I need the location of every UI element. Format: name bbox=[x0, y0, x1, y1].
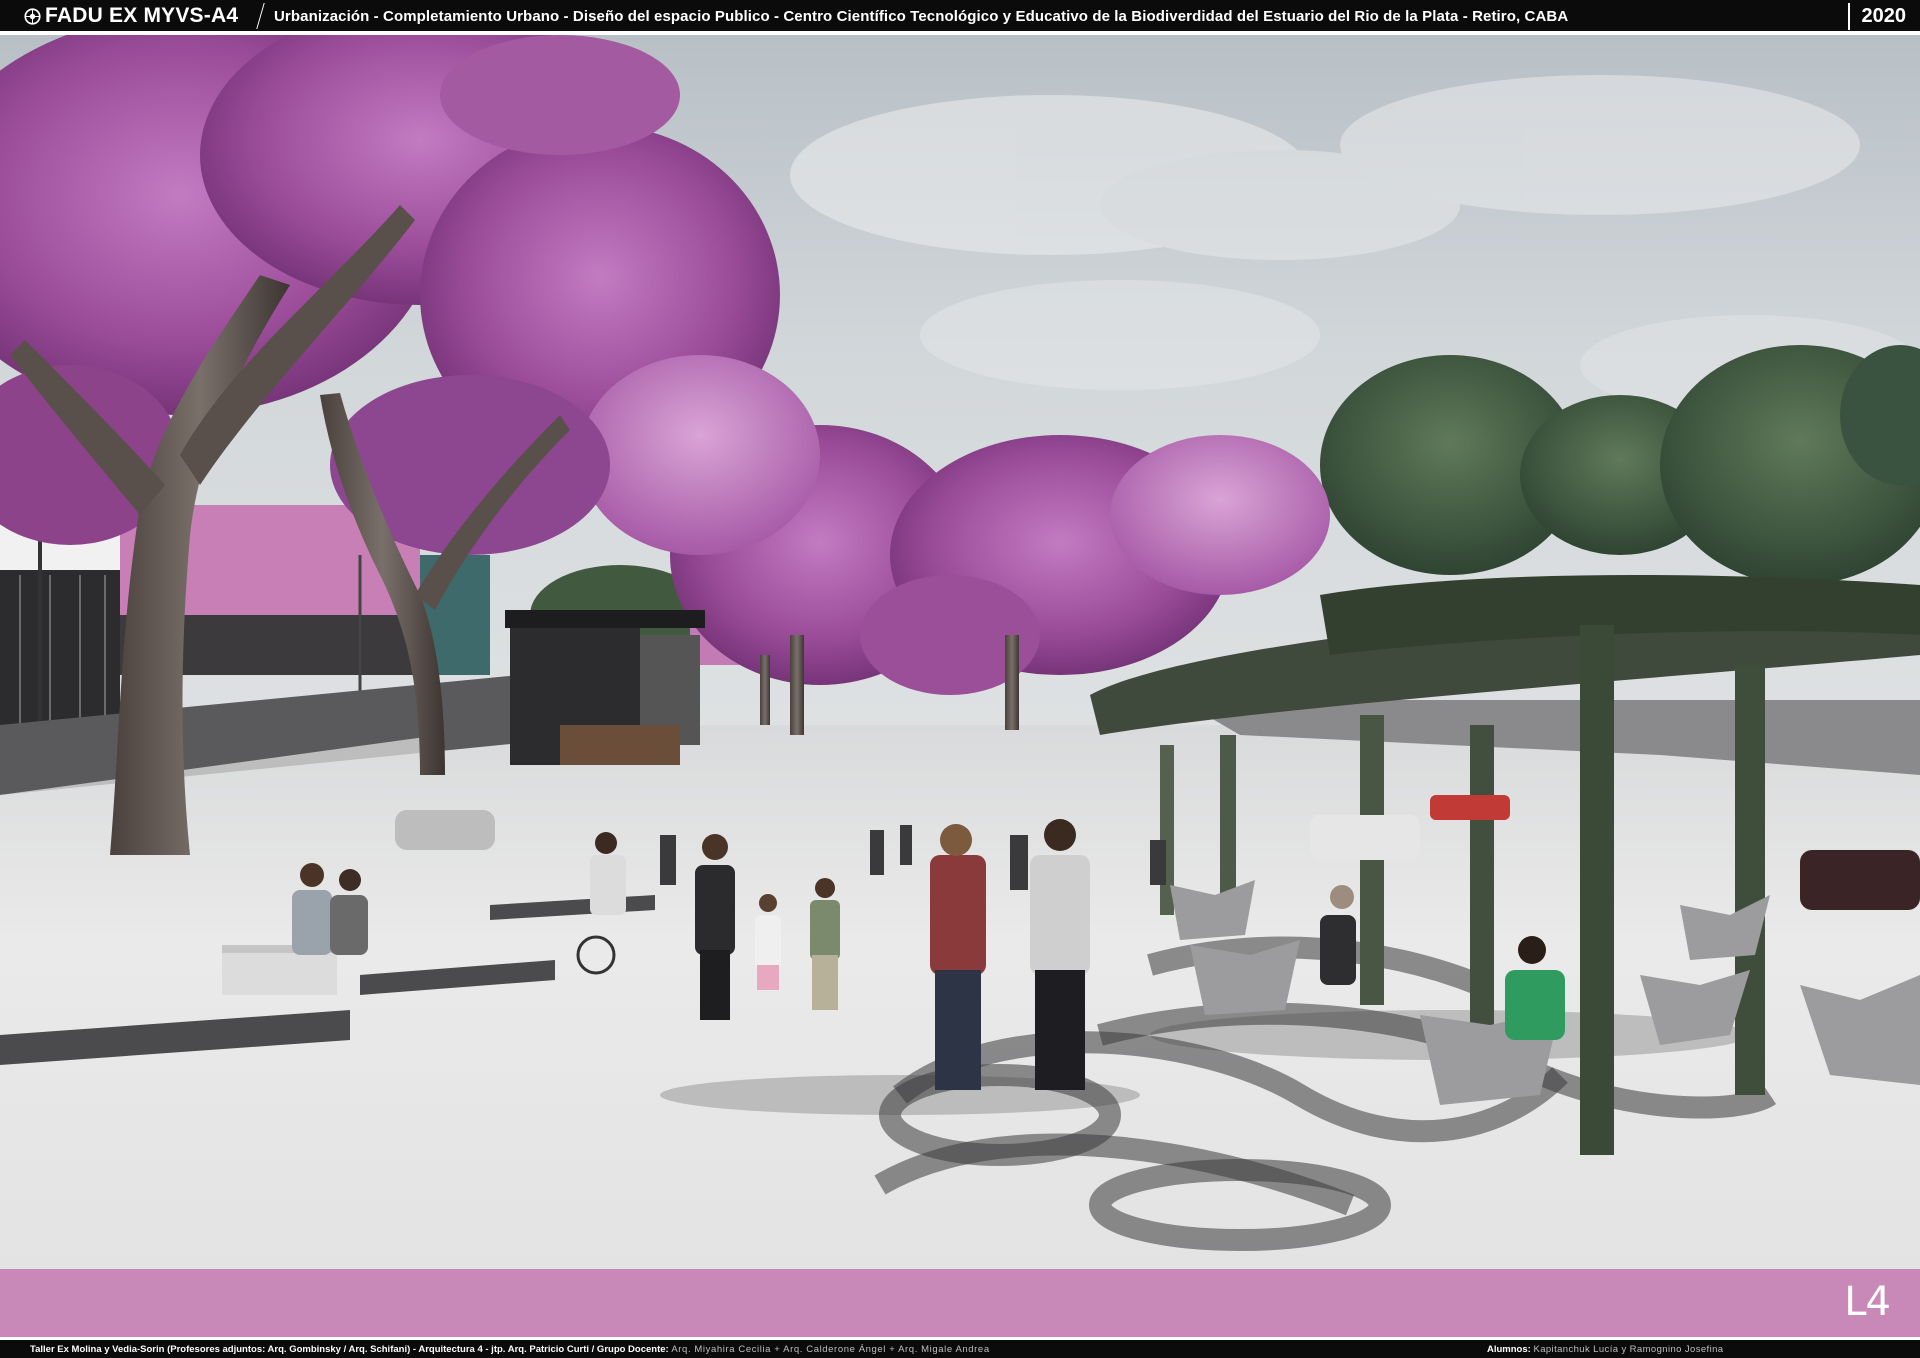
credits-text: Taller Ex Molina y Vedia-Sorin (Profesor… bbox=[30, 1344, 990, 1355]
students-names: Kapitanchuk Lucía y Ramognino Josefina bbox=[1533, 1344, 1724, 1355]
students-label: Alumnos: bbox=[1487, 1344, 1531, 1355]
architectural-render bbox=[0, 35, 1920, 1269]
students-text: Alumnos: Kapitanchuk Lucía y Ramognino J… bbox=[1487, 1344, 1723, 1355]
credits-faculty: Taller Ex Molina y Vedia-Sorin (Profesor… bbox=[30, 1344, 669, 1355]
title-bar: FADU EX MYVS-A4 Urbanización - Completam… bbox=[0, 0, 1920, 33]
brand-title: FADU EX MYVS-A4 bbox=[45, 4, 239, 27]
year-box: 2020 bbox=[1848, 3, 1918, 30]
year-label: 2020 bbox=[1861, 5, 1907, 27]
accent-band: L4 bbox=[0, 1269, 1920, 1337]
circle-emblem-icon bbox=[24, 8, 41, 25]
title-divider bbox=[256, 3, 265, 29]
render-image bbox=[0, 35, 1920, 1269]
credits-team: Arq. Miyahira Cecilia + Arq. Calderone Á… bbox=[671, 1344, 990, 1355]
project-subtitle: Urbanización - Completamiento Urbano - D… bbox=[274, 8, 1569, 25]
credits-footer: Taller Ex Molina y Vedia-Sorin (Profesor… bbox=[0, 1337, 1920, 1358]
sheet-number: L4 bbox=[1844, 1279, 1891, 1325]
